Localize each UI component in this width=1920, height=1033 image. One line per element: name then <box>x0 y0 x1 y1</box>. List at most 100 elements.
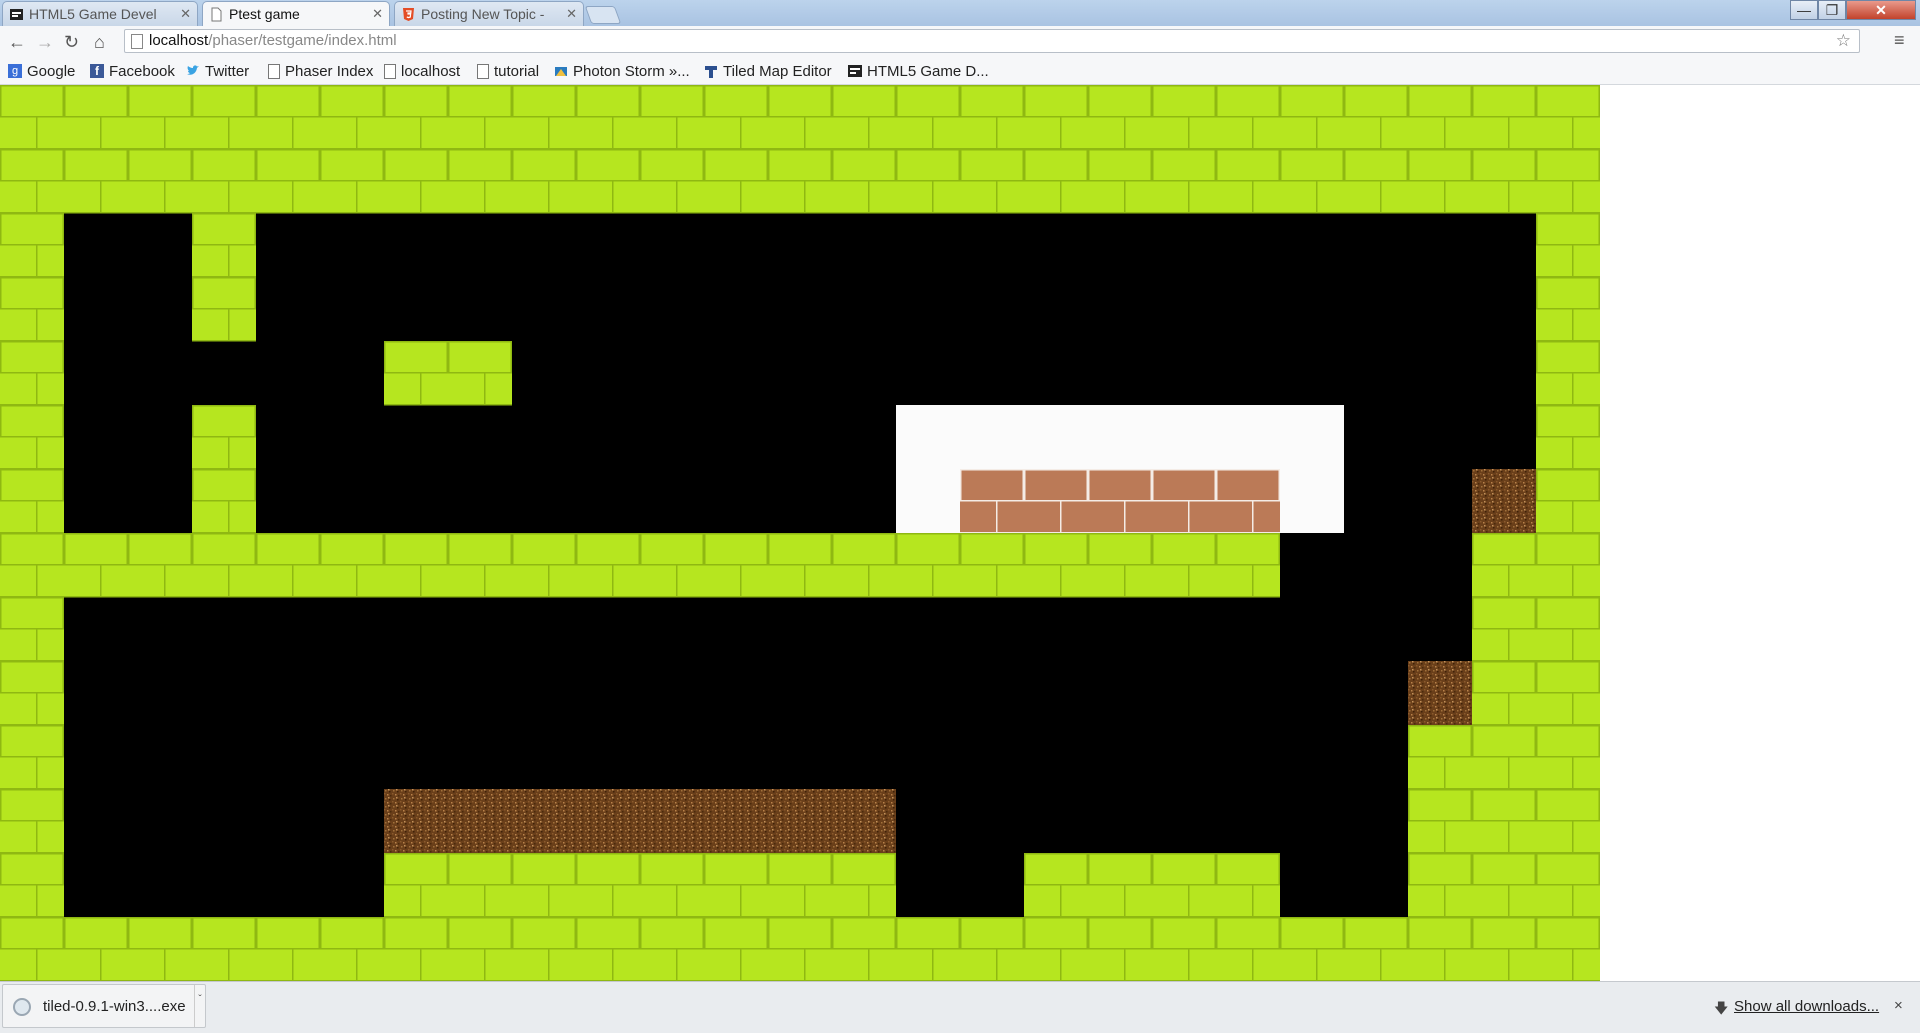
chevron-down-icon[interactable]: ˇ <box>194 985 205 1027</box>
close-icon[interactable]: ✕ <box>372 6 383 22</box>
grass-brick-tile <box>1472 725 1536 790</box>
tab-html5-game-devs[interactable]: HTML5 Game Devel ✕ <box>2 1 198 26</box>
grass-brick-tile <box>768 149 832 214</box>
page-icon <box>477 63 489 79</box>
twitter-icon <box>186 64 200 78</box>
page-icon <box>268 63 280 79</box>
grass-brick-tile <box>256 149 320 214</box>
show-all-downloads-link[interactable]: Show all downloads... <box>1734 998 1879 1015</box>
red-brick-tile <box>1024 469 1088 534</box>
grass-brick-tile <box>448 917 512 981</box>
grass-brick-tile <box>0 533 64 598</box>
grass-brick-tile <box>0 213 64 278</box>
download-shelf: tiled-0.9.1-win3....exe ˇ 🡇 Show all dow… <box>0 981 1920 1033</box>
grass-brick-tile <box>1536 469 1600 534</box>
grass-brick-tile <box>1536 661 1600 726</box>
download-item[interactable]: tiled-0.9.1-win3....exe ˇ <box>2 984 206 1028</box>
grass-brick-tile <box>640 149 704 214</box>
grass-brick-tile <box>0 917 64 981</box>
grass-brick-tile <box>448 149 512 214</box>
grass-brick-tile <box>1216 533 1280 598</box>
page-icon <box>131 34 143 49</box>
address-bar[interactable]: localhost/phaser/testgame/index.html ☆ <box>124 29 1860 53</box>
grass-brick-tile <box>1024 853 1088 918</box>
grass-brick-tile <box>0 149 64 214</box>
tab-posting-new-topic[interactable]: Posting New Topic - ✕ <box>394 1 584 26</box>
bookmark-google[interactable]: g Google <box>8 61 75 81</box>
back-button[interactable]: ← <box>8 32 26 53</box>
dirt-tile <box>704 789 768 853</box>
bookmark-localhost[interactable]: localhost <box>384 61 460 81</box>
grass-brick-tile <box>704 533 768 598</box>
grass-brick-tile <box>0 85 64 150</box>
grass-brick-tile <box>1024 917 1088 981</box>
grass-brick-tile <box>192 469 256 534</box>
grass-brick-tile <box>1024 149 1088 214</box>
bookmark-twitter[interactable]: Twitter <box>186 61 249 81</box>
maximize-button[interactable]: ❐ <box>1818 0 1846 20</box>
red-brick-tile <box>960 469 1024 534</box>
html5gamedevs-favicon-icon <box>9 7 24 22</box>
grass-brick-tile <box>1216 149 1280 214</box>
close-icon[interactable]: ✕ <box>566 6 577 22</box>
grass-brick-tile <box>640 85 704 150</box>
grass-brick-tile <box>704 149 768 214</box>
reload-button[interactable]: ↻ <box>64 32 79 53</box>
close-icon[interactable]: × <box>1894 997 1903 1014</box>
forward-button[interactable]: → <box>36 32 54 53</box>
grass-brick-tile <box>768 853 832 918</box>
grass-brick-tile <box>640 853 704 918</box>
bookmarks-bar: g Google f Facebook Twitter Phaser Index… <box>0 58 1920 85</box>
grass-brick-tile <box>320 85 384 150</box>
page-icon <box>384 63 396 79</box>
grass-brick-tile <box>1472 597 1536 662</box>
grass-brick-tile <box>640 917 704 981</box>
grass-brick-tile <box>1408 789 1472 854</box>
page-icon <box>209 7 224 22</box>
grass-brick-tile <box>1280 917 1344 981</box>
bookmark-tiled-map-editor[interactable]: Tiled Map Editor <box>704 61 832 81</box>
grass-brick-tile <box>1536 341 1600 406</box>
sky-tile <box>896 405 960 469</box>
grass-brick-tile <box>0 469 64 534</box>
sky-tile <box>1280 405 1344 469</box>
grass-brick-tile <box>64 85 128 150</box>
grass-brick-tile <box>1024 533 1088 598</box>
home-button[interactable]: ⌂ <box>94 32 105 53</box>
grass-brick-tile <box>1408 85 1472 150</box>
tab-ptest-game[interactable]: Ptest game ✕ <box>202 1 390 26</box>
grass-brick-tile <box>576 533 640 598</box>
bookmark-star-icon[interactable]: ☆ <box>1836 30 1851 52</box>
menu-icon[interactable]: ≡ <box>1894 30 1905 51</box>
sky-tile <box>1280 469 1344 533</box>
bookmark-tutorial[interactable]: tutorial <box>477 61 539 81</box>
dirt-tile <box>640 789 704 853</box>
bookmark-html5-game-devs[interactable]: HTML5 Game D... <box>848 61 989 81</box>
bookmark-phaser-index[interactable]: Phaser Index <box>268 61 373 81</box>
close-icon[interactable]: ✕ <box>180 6 191 22</box>
window-close-button[interactable]: ✕ <box>1846 0 1916 20</box>
grass-brick-tile <box>1472 789 1536 854</box>
grass-brick-tile <box>704 853 768 918</box>
minimize-button[interactable]: — <box>1790 0 1818 20</box>
bookmark-facebook[interactable]: f Facebook <box>90 61 175 81</box>
grass-brick-tile <box>1280 149 1344 214</box>
red-brick-tile <box>1152 469 1216 534</box>
grass-brick-tile <box>1408 149 1472 214</box>
game-canvas[interactable] <box>0 85 1600 981</box>
grass-brick-tile <box>192 213 256 278</box>
html5-favicon-icon <box>401 7 416 22</box>
grass-brick-tile <box>1536 213 1600 278</box>
grass-brick-tile <box>192 277 256 342</box>
url-host: localhost <box>149 32 209 49</box>
tab-strip: HTML5 Game Devel ✕ Ptest game ✕ Posting … <box>0 0 1920 26</box>
grass-brick-tile <box>0 277 64 342</box>
grass-brick-tile <box>1472 661 1536 726</box>
new-tab-button[interactable] <box>584 6 622 24</box>
grass-brick-tile <box>1536 277 1600 342</box>
browser-toolbar: ← → ↻ ⌂ localhost/phaser/testgame/index.… <box>0 26 1920 58</box>
grass-brick-tile <box>128 85 192 150</box>
bookmark-photon-storm[interactable]: Photon Storm »... <box>554 61 690 81</box>
grass-brick-tile <box>896 917 960 981</box>
grass-brick-tile <box>1408 917 1472 981</box>
